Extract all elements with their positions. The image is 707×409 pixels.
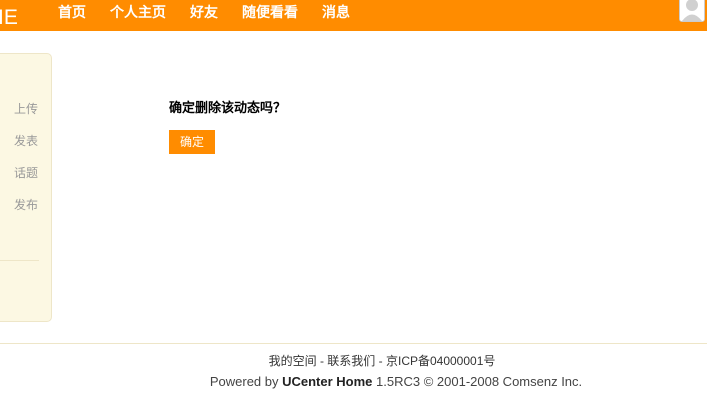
sidebar-divider: [0, 260, 39, 261]
nav-home[interactable]: 首页: [58, 0, 86, 24]
footer-link-icp[interactable]: 京ICP备04000001号: [386, 354, 495, 368]
top-header: IE 首页 个人主页 好友 随便看看 消息: [0, 0, 707, 31]
footer-links: 我的空间 - 联系我们 - 京ICP备04000001号: [0, 353, 707, 369]
nav-friends[interactable]: 好友: [190, 0, 218, 24]
powered-prefix: Powered by: [209, 374, 283, 389]
sidebar-item-upload[interactable]: 上传: [14, 101, 38, 117]
sidebar-item-publish[interactable]: 发表: [14, 133, 38, 149]
powered-version: 1.5RC3 © 2001-2008 Comsenz Inc.: [372, 374, 583, 389]
page: IE 首页 个人主页 好友 随便看看 消息 上传 发表 话题 发布 确定删除该动…: [0, 0, 707, 409]
nav-messages[interactable]: 消息: [322, 0, 350, 24]
sidebar-item-release[interactable]: 发布: [14, 197, 38, 213]
powered-product-link[interactable]: UCenter Home: [282, 374, 372, 389]
footer-link-contact[interactable]: 联系我们: [327, 354, 375, 368]
footer-separator: -: [375, 354, 386, 368]
nav-browse[interactable]: 随便看看: [242, 0, 298, 24]
main-nav: 首页 个人主页 好友 随便看看 消息: [58, 0, 374, 31]
footer-powered-by: Powered by UCenter Home 1.5RC3 © 2001-20…: [0, 373, 707, 390]
site-logo[interactable]: IE: [0, 6, 18, 30]
footer-divider: [0, 343, 707, 344]
delete-confirm-question: 确定删除该动态吗？: [169, 100, 287, 115]
footer-separator: -: [316, 354, 328, 368]
user-avatar-icon[interactable]: [679, 0, 705, 22]
sidebar: 上传 发表 话题 发布: [0, 53, 52, 322]
confirm-button[interactable]: 确定: [169, 130, 215, 154]
nav-profile[interactable]: 个人主页: [110, 0, 166, 24]
footer-link-my-space[interactable]: 我的空间: [269, 354, 317, 368]
sidebar-item-topic[interactable]: 话题: [14, 165, 38, 181]
